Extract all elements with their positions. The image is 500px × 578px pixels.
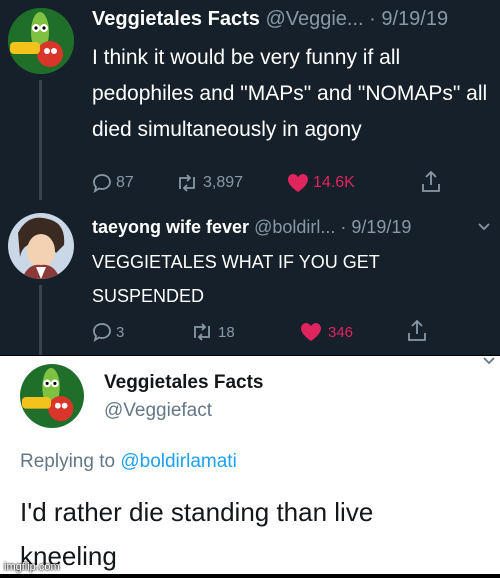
reply-tweet[interactable]: Veggietales Facts @Veggiefact Replying t… bbox=[0, 356, 500, 574]
reply-handle[interactable]: @Veggiefact bbox=[104, 400, 212, 422]
retweet-icon bbox=[179, 174, 195, 192]
replying-handle-link[interactable]: @boldirlamati bbox=[120, 451, 236, 472]
share-button-2[interactable] bbox=[406, 319, 428, 343]
thread-line bbox=[39, 80, 42, 200]
tweet-2[interactable]: taeyong wife fever @boldirl... · 9/19/19… bbox=[0, 205, 500, 355]
retweet-count: 3,897 bbox=[203, 174, 244, 191]
reply-button[interactable]: 87 bbox=[92, 173, 134, 193]
like-button[interactable]: 14.6K bbox=[287, 173, 355, 193]
heart-icon bbox=[301, 323, 321, 341]
reply-text: I'd rather die standing than live kneeli… bbox=[20, 497, 374, 571]
handle-date-2[interactable]: @boldirl... · 9/19/19 bbox=[254, 217, 411, 237]
tweet-1[interactable]: Veggietales Facts @Veggie... · 9/19/19 I… bbox=[0, 0, 500, 205]
dark-thread-panel: Veggietales Facts @Veggie... · 9/19/19 I… bbox=[0, 0, 500, 355]
watermark: imgflip.com bbox=[4, 561, 60, 573]
display-name[interactable]: Veggietales Facts bbox=[92, 8, 260, 30]
user-avatar[interactable] bbox=[8, 213, 74, 279]
handle-date[interactable]: @Veggie... · 9/19/19 bbox=[265, 8, 448, 30]
tweet-2-header: taeyong wife fever @boldirl... · 9/19/19 bbox=[92, 215, 500, 239]
reply-button-2[interactable]: 3 bbox=[92, 322, 124, 342]
retweet-count-2: 18 bbox=[218, 323, 235, 341]
chevron-down-icon[interactable] bbox=[482, 356, 496, 366]
tweet-1-header: Veggietales Facts @Veggie... · 9/19/19 bbox=[92, 6, 492, 32]
like-count: 14.6K bbox=[313, 174, 355, 191]
replying-to: Replying to @boldirlamati bbox=[20, 451, 237, 473]
display-name-2[interactable]: taeyong wife fever bbox=[92, 217, 249, 237]
retweet-button[interactable]: 3,897 bbox=[175, 173, 243, 193]
reply-display-name[interactable]: Veggietales Facts bbox=[104, 372, 263, 394]
chevron-down-icon[interactable] bbox=[477, 222, 491, 232]
reply-icon bbox=[93, 323, 111, 342]
share-icon bbox=[422, 170, 440, 192]
reply-count: 87 bbox=[116, 174, 134, 191]
like-button-2[interactable]: 346 bbox=[300, 322, 353, 342]
tweet-1-text: I think it would be very funny if all pe… bbox=[92, 46, 488, 141]
retweet-button-2[interactable]: 18 bbox=[190, 322, 235, 342]
heart-icon bbox=[288, 174, 308, 192]
thread-line-2 bbox=[39, 285, 42, 355]
tweet-2-text: VEGGIETALES WHAT IF YOU GET SUSPENDED bbox=[92, 252, 380, 306]
share-icon bbox=[408, 319, 426, 341]
like-count-2: 346 bbox=[328, 323, 354, 341]
retweet-icon bbox=[194, 323, 210, 341]
replying-prefix: Replying to bbox=[20, 451, 116, 472]
reply-icon bbox=[93, 174, 111, 193]
reply-count-2: 3 bbox=[116, 323, 125, 341]
share-button[interactable] bbox=[420, 170, 442, 194]
veggietales-avatar-reply[interactable] bbox=[20, 364, 84, 428]
veggietales-avatar[interactable] bbox=[8, 8, 74, 74]
